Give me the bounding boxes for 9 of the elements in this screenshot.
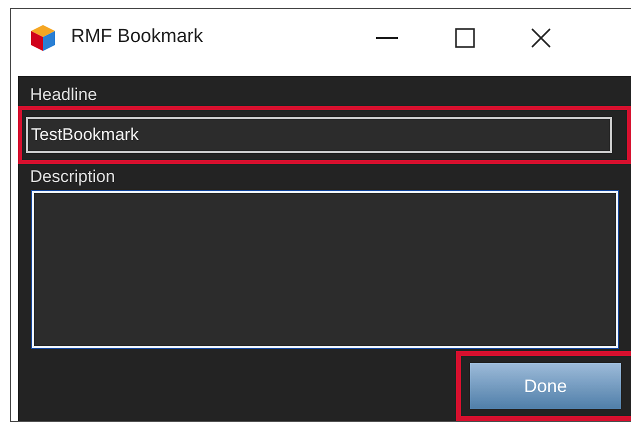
field-label: Headline [30, 86, 98, 104]
window-title: RMF Bookmark [71, 25, 203, 50]
headline-field[interactable]: TestBookmark [26, 117, 612, 153]
description-field[interactable] [32, 191, 618, 348]
maximize-icon [454, 28, 475, 48]
field-label: Description [30, 167, 116, 187]
close-icon [530, 28, 551, 48]
cube-icon [29, 22, 57, 52]
minimize-icon [376, 36, 398, 38]
